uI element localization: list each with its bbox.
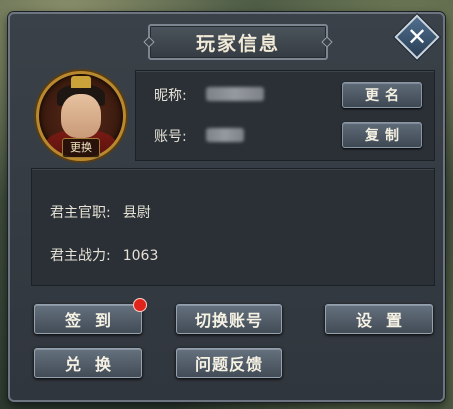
notification-dot xyxy=(133,298,147,312)
redeem-label: 兑换 xyxy=(64,355,125,374)
account-label: 账号: xyxy=(154,129,187,145)
checkin-button[interactable]: 签到 xyxy=(34,298,147,334)
lord-rank-value: 县尉 xyxy=(122,205,151,221)
lord-power-row: 君主战力: 1063 xyxy=(50,245,158,265)
profile-info-panel: 昵称: 账号: 更名 复制 xyxy=(135,70,435,161)
close-button[interactable]: ✕ xyxy=(394,14,440,60)
checkin-label: 签到 xyxy=(64,311,125,330)
lord-rank-row: 君主官职: 县尉 xyxy=(50,202,151,222)
player-info-dialog: 玩家信息 ✕ 更换 昵称: 账号: 更名 复制 君主官职: 县尉 君主战力: 106… xyxy=(8,12,445,402)
settings-label: 设置 xyxy=(355,311,416,330)
copy-button[interactable]: 复制 xyxy=(342,122,422,148)
rename-button[interactable]: 更名 xyxy=(342,82,422,108)
redeem-button[interactable]: 兑换 xyxy=(34,348,142,378)
change-avatar-button[interactable]: 更换 xyxy=(62,138,100,158)
nickname-label: 昵称: xyxy=(154,88,187,104)
feedback-label: 问题反馈 xyxy=(194,355,263,374)
nickname-value-redacted xyxy=(206,87,264,101)
lord-rank-label: 君主官职: xyxy=(50,205,111,221)
account-value-redacted xyxy=(206,128,244,142)
avatar-face xyxy=(61,94,101,138)
close-icon: ✕ xyxy=(406,23,428,51)
dialog-title: 玩家信息 xyxy=(148,24,328,60)
feedback-button[interactable]: 问题反馈 xyxy=(176,348,282,378)
switch-account-label: 切换账号 xyxy=(194,311,263,330)
settings-button[interactable]: 设置 xyxy=(325,304,433,334)
lord-stats-panel: 君主官职: 县尉 君主战力: 1063 xyxy=(31,168,435,286)
lord-power-label: 君主战力: xyxy=(50,248,111,264)
switch-account-button[interactable]: 切换账号 xyxy=(176,304,282,334)
lord-power-value: 1063 xyxy=(122,248,159,264)
avatar-crown xyxy=(71,76,91,88)
